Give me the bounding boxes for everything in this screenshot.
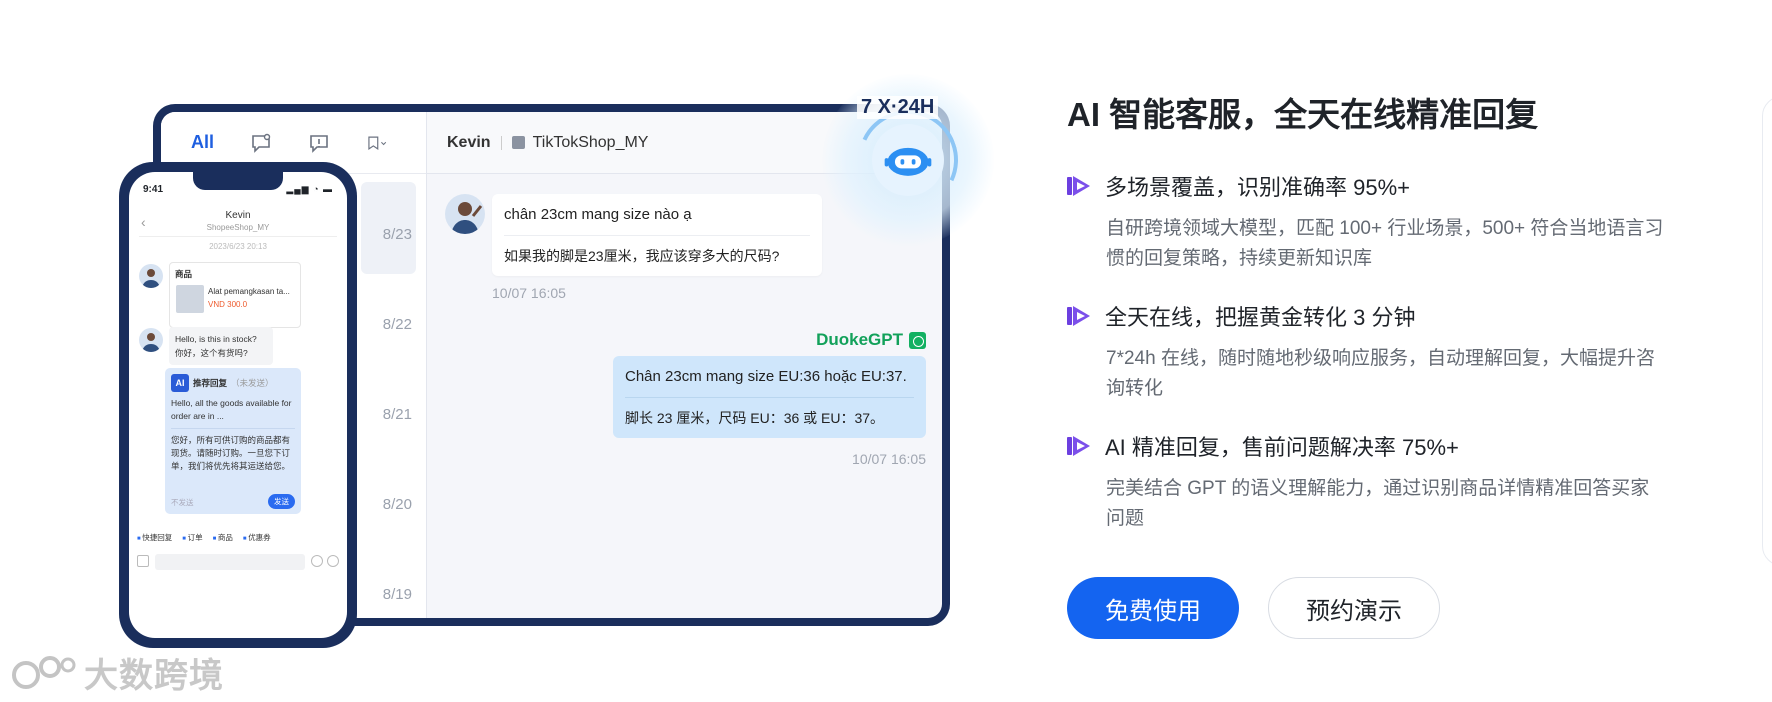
play-arrow-icon: [1067, 436, 1090, 456]
watermark: 大数跨境: [12, 648, 224, 697]
image-icon[interactable]: [137, 555, 149, 567]
phone-incoming-message: Hello, is this in stock? 你好，这个有货吗?: [169, 327, 273, 365]
coupon-button[interactable]: 优惠券: [243, 532, 271, 543]
customer-avatar: [445, 194, 485, 234]
adjacent-card-edge: [1762, 96, 1772, 566]
feature-heading: AI 精准回复，售前问题解决率 75%+: [1067, 430, 1687, 462]
emoji-icon[interactable]: [311, 555, 323, 567]
recommended-reply-status: （未发送）: [231, 378, 274, 388]
recommended-reply-zh: 您好，所有可供订购的商品都有现货。请随时订购。一旦您下订单，我们将优先将其运送给…: [171, 435, 291, 471]
play-arrow-icon: [1067, 176, 1090, 196]
phone-notch: [193, 172, 283, 190]
recommended-reply-en: Hello, all the goods available for order…: [171, 397, 295, 429]
incoming-message-text: chân 23cm mang size nào ạ: [504, 206, 810, 236]
duokegpt-name: DuokeGPT: [816, 330, 903, 349]
free-trial-button[interactable]: 免费使用: [1067, 577, 1239, 639]
watermark-text: 大数跨境: [84, 657, 224, 695]
phone-header-divider: [139, 236, 337, 237]
chat-contact-name: Kevin: [447, 133, 491, 151]
product-name: Alat pemangkasan ta...: [208, 287, 290, 296]
order-button[interactable]: 订单: [182, 532, 203, 543]
do-not-send-button[interactable]: 不发送: [171, 497, 194, 508]
incoming-message: chân 23cm mang size nào ạ 如果我的脚是23厘米，我应该…: [492, 194, 822, 276]
phone-contact-name: Kevin: [225, 210, 251, 221]
product-thumbnail: [176, 285, 204, 313]
duokegpt-label: DuokeGPT: [816, 330, 926, 350]
section-title: AI 智能客服，全天在线精准回复: [1067, 96, 1539, 133]
incoming-message-translation: 如果我的脚是23厘米，我应该穿多大的尺码?: [504, 248, 780, 264]
incoming-timestamp: 10/07 16:05: [492, 285, 566, 301]
page: All 8/23 8/22 8/21 8/20 8/19 Kevin TikTo…: [0, 0, 1772, 702]
availability-badge: 7 X·24H: [857, 96, 939, 119]
ai-logo-icon: AI: [171, 374, 189, 392]
feature-item: 全天在线，把握黄金转化 3 分钟 7*24h 在线，随时随地秒级响应服务，自动理…: [1067, 300, 1687, 404]
recommended-reply-title: 推荐回复: [193, 378, 228, 388]
alert-message-icon[interactable]: [308, 132, 330, 154]
phone-shop-name: ShopeeShop_MY: [206, 223, 270, 232]
phone-clock: 9:41: [143, 184, 164, 195]
feature-item: AI 精准回复，售前问题解决率 75%+ 完美结合 GPT 的语义理解能力，通过…: [1067, 430, 1687, 534]
feature-heading: 多场景覆盖，识别准确率 95%+: [1067, 170, 1687, 202]
phone-quick-toolbar: 快捷回复 订单 商品 优惠券: [137, 532, 339, 543]
shop-icon: [511, 136, 525, 149]
send-button[interactable]: 发送: [268, 494, 295, 509]
phone-message-en: Hello, is this in stock?: [175, 334, 257, 344]
phone-status-icons: ▂▄▆ ◔ ▬: [286, 184, 333, 194]
conversation-date: 8/22: [382, 316, 412, 333]
quick-reply-button[interactable]: 快捷回复: [137, 532, 172, 543]
play-arrow-icon: [1067, 306, 1090, 326]
conversation-date: 8/23: [382, 226, 412, 243]
chat-shop-name: TikTokShop_MY: [532, 133, 649, 151]
product-button[interactable]: 商品: [213, 532, 233, 543]
feature-description: 完美结合 GPT 的语义理解能力，通过识别商品详情精准回答买家问题: [1106, 478, 1650, 529]
robot-icon: [872, 124, 944, 196]
feature-title: 多场景覆盖，识别准确率 95%+: [1105, 175, 1410, 200]
bookmark-filter-icon[interactable]: [366, 132, 388, 154]
phone-customer-avatar: [139, 328, 163, 352]
phone-chat-date: 2023/6/23 20:13: [209, 242, 267, 251]
watermark-logo-icon: [12, 653, 76, 693]
recommended-reply-header: AI 推荐回复 （未发送）: [171, 374, 295, 392]
phone-screen: 9:41 ▂▄▆ ◔ ▬ ‹ Kevin ShopeeShop_MY 2023/…: [129, 172, 347, 638]
product-card[interactable]: 商品 Alat pemangkasan ta... VND 300.0: [169, 262, 301, 328]
product-price: VND 300.0: [208, 300, 248, 309]
feature-title: 全天在线，把握黄金转化 3 分钟: [1105, 305, 1416, 330]
outgoing-message-text: Chân 23cm mang size EU:36 hoặc EU:37.: [625, 368, 914, 398]
outgoing-message: Chân 23cm mang size EU:36 hoặc EU:37. 脚长…: [613, 356, 926, 438]
feature-description: 7*24h 在线，随时随地秒级响应服务，自动理解回复，大幅提升咨询转化: [1106, 348, 1655, 399]
conversation-date: 8/21: [382, 406, 412, 423]
feature-heading: 全天在线，把握黄金转化 3 分钟: [1067, 300, 1687, 332]
feature-description: 自研跨境领域大模型，匹配 100+ 行业场景，500+ 符合当地语言习惯的回复策…: [1106, 218, 1664, 269]
feature-item: 多场景覆盖，识别准确率 95%+ 自研跨境领域大模型，匹配 100+ 行业场景，…: [1067, 170, 1687, 274]
product-card-title: 商品: [175, 269, 193, 279]
recommended-reply-card: AI 推荐回复 （未发送） Hello, all the goods avail…: [165, 368, 301, 514]
conversation-date: 8/20: [382, 496, 412, 513]
book-demo-button[interactable]: 预约演示: [1268, 577, 1440, 639]
outgoing-timestamp: 10/07 16:05: [852, 451, 926, 467]
chat-bubble-icon[interactable]: [250, 132, 272, 154]
gpt-logo-icon: [909, 331, 926, 349]
plus-icon[interactable]: [327, 555, 339, 567]
phone-message-zh: 你好，这个有货吗?: [175, 348, 248, 358]
outgoing-message-translation: 脚长 23 厘米，尺码 EU：36 或 EU：37。: [625, 410, 885, 426]
phone-message-input[interactable]: [155, 554, 305, 570]
phone-customer-avatar: [139, 264, 163, 288]
feature-title: AI 精准回复，售前问题解决率 75%+: [1105, 435, 1459, 460]
conversation-date: 8/19: [382, 586, 412, 603]
phone-mockup: 9:41 ▂▄▆ ◔ ▬ ‹ Kevin ShopeeShop_MY 2023/…: [119, 162, 357, 648]
tab-all[interactable]: All: [191, 132, 214, 153]
header-divider: [500, 135, 502, 150]
